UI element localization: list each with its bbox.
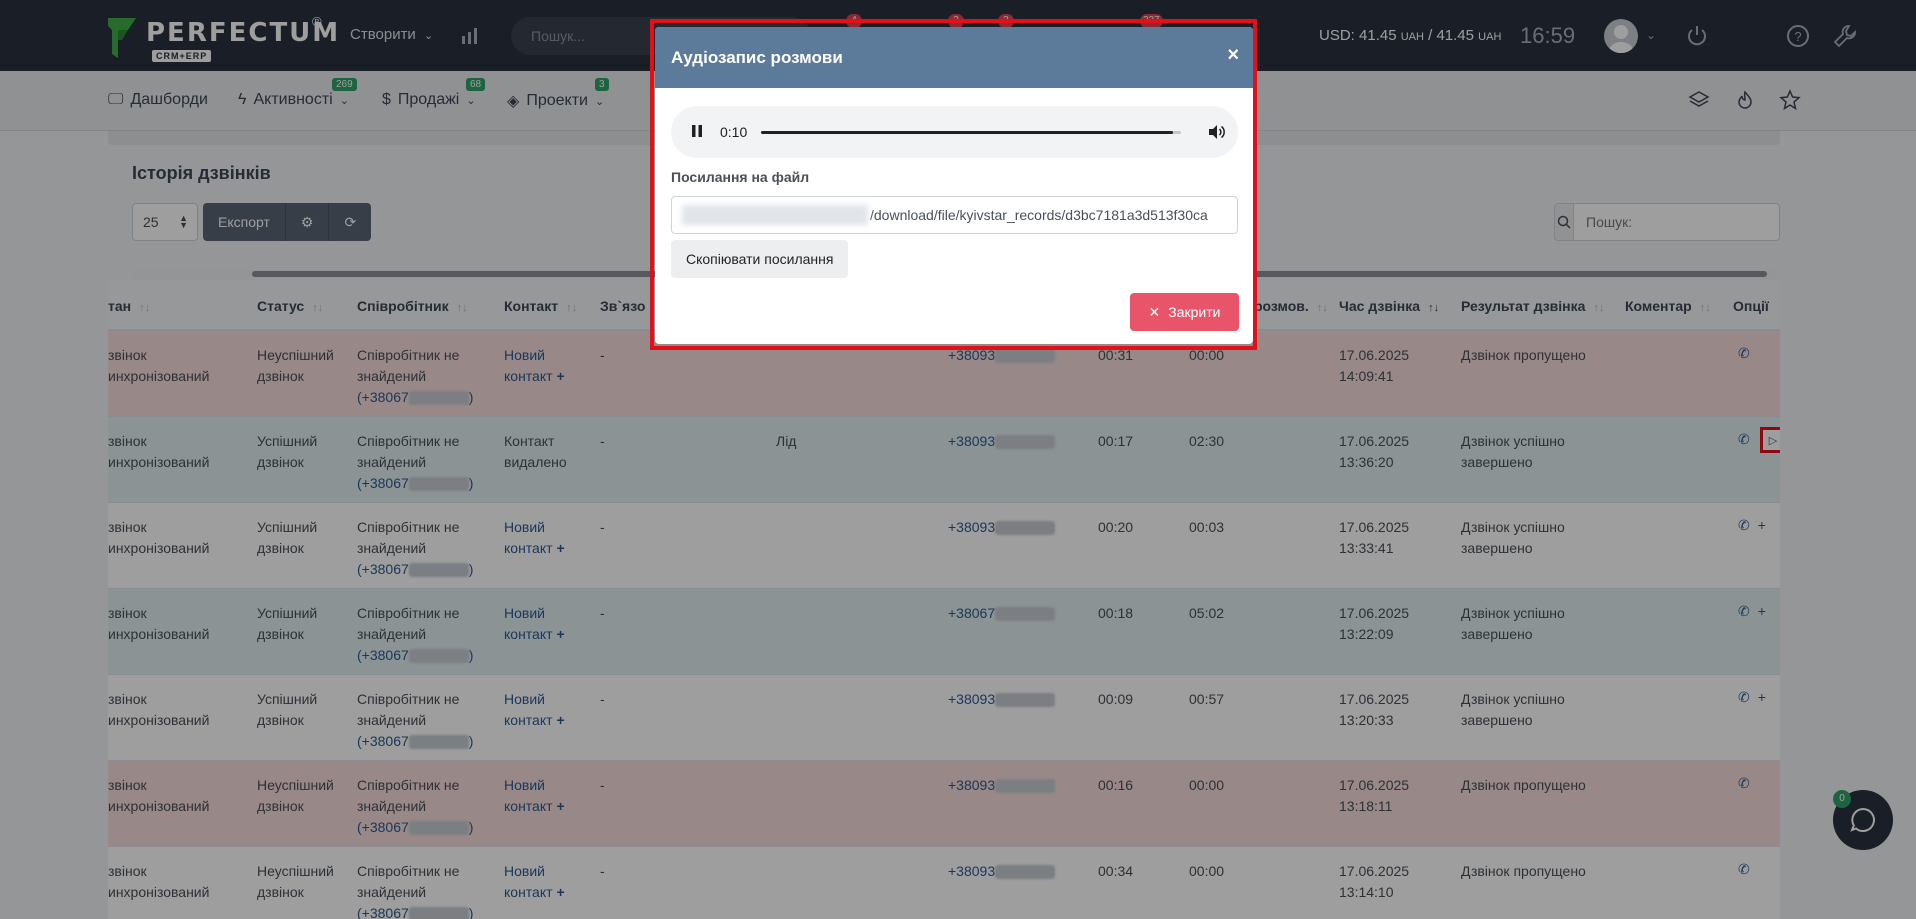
modal-header: Аудіозапис розмови × bbox=[655, 27, 1253, 88]
player-progress-track[interactable] bbox=[761, 131, 1181, 134]
file-link-input[interactable]: /download/file/kyivstar_records/d3bc7181… bbox=[671, 196, 1238, 234]
redacted-text bbox=[682, 205, 868, 225]
volume-icon[interactable] bbox=[1206, 122, 1226, 142]
pause-icon[interactable] bbox=[691, 124, 703, 138]
player-time: 0:10 bbox=[720, 124, 748, 140]
close-button-label: Закрити bbox=[1168, 304, 1221, 320]
audio-recording-modal: Аудіозапис розмови × 0:10 Посилання на ф… bbox=[655, 27, 1253, 344]
modal-title: Аудіозапис розмови bbox=[671, 48, 843, 67]
player-progress-fill bbox=[761, 131, 1173, 134]
close-icon: ✕ bbox=[1148, 303, 1161, 320]
close-icon[interactable]: × bbox=[1227, 44, 1239, 66]
file-link-value: /download/file/kyivstar_records/d3bc7181… bbox=[870, 207, 1208, 223]
copy-link-button[interactable]: Скопіювати посилання bbox=[671, 240, 849, 278]
close-modal-button[interactable]: ✕ Закрити bbox=[1130, 293, 1239, 331]
file-link-label: Посилання на файл bbox=[671, 169, 810, 185]
audio-player: 0:10 bbox=[671, 106, 1238, 158]
